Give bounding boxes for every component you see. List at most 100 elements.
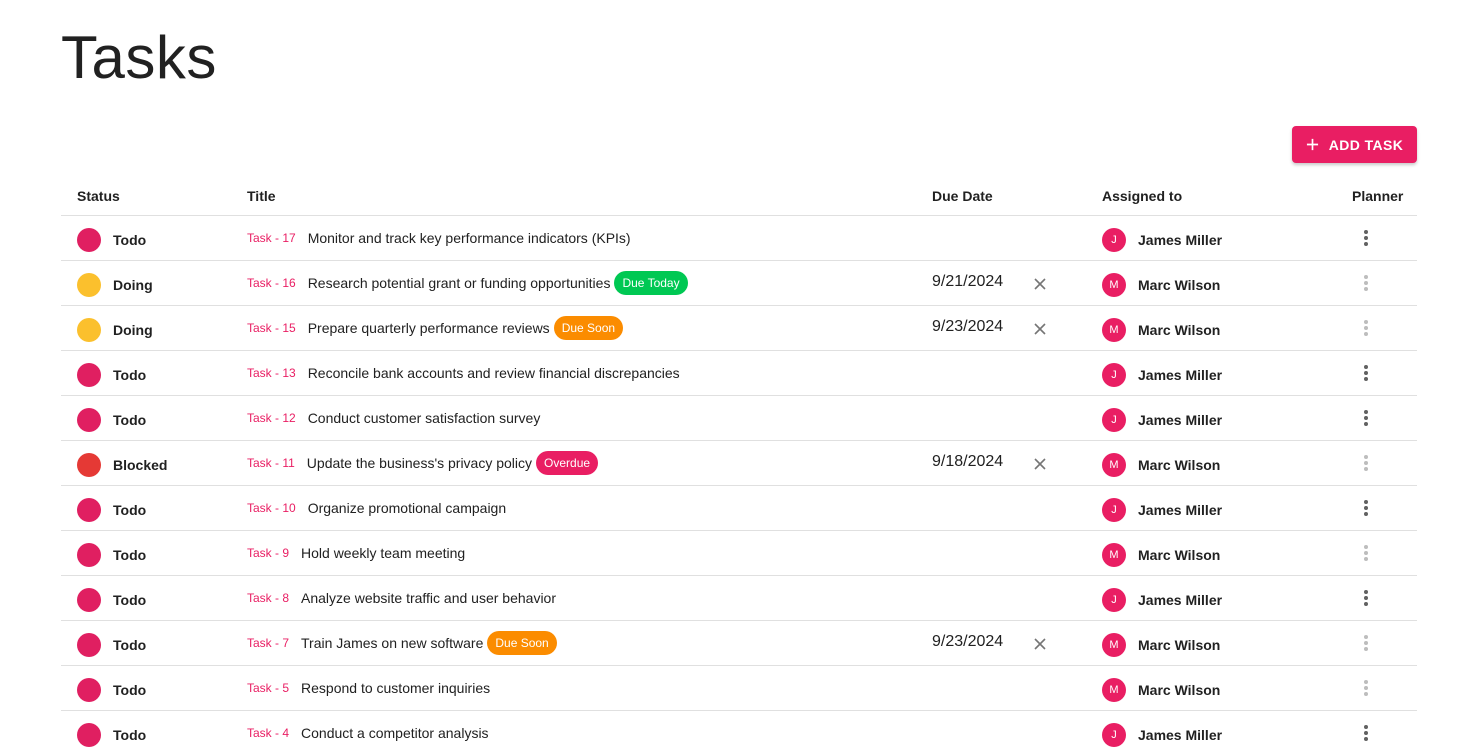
status-indicator[interactable] — [77, 363, 101, 387]
assignee-name[interactable]: James Miller — [1138, 502, 1222, 518]
more-vert-icon[interactable] — [1354, 631, 1378, 655]
task-id[interactable]: Task - 17 — [247, 231, 296, 245]
header-assigned-to[interactable]: Assigned to — [1102, 188, 1182, 204]
task-id[interactable]: Task - 11 — [247, 456, 295, 470]
status-indicator[interactable] — [77, 678, 101, 702]
more-vert-icon[interactable] — [1354, 586, 1378, 610]
close-icon[interactable] — [1032, 456, 1048, 472]
task-title[interactable]: Respond to customer inquiries — [301, 680, 490, 696]
header-due-date[interactable]: Due Date — [932, 188, 993, 204]
table-row[interactable]: Todo Task - 7 Train James on new software D… — [61, 621, 1417, 666]
task-id[interactable]: Task - 10 — [247, 501, 296, 515]
status-indicator[interactable] — [77, 228, 101, 252]
table-row[interactable]: Todo Task - 8 Analyze website traffic and … — [61, 576, 1417, 621]
table-row[interactable]: Todo Task - 5 Respond to customer inquirie… — [61, 666, 1417, 711]
task-title[interactable]: Prepare quarterly performance reviews — [308, 320, 550, 336]
assignee-name[interactable]: Marc Wilson — [1138, 682, 1220, 698]
avatar: J — [1102, 408, 1126, 432]
assignee-name[interactable]: James Miller — [1138, 232, 1222, 248]
task-id[interactable]: Task - 8 — [247, 591, 289, 605]
table-row[interactable]: Todo Task - 17 Monitor and track key perfo… — [61, 216, 1417, 261]
task-title[interactable]: Monitor and track key performance indica… — [308, 230, 631, 246]
due-date[interactable]: 9/23/2024 — [932, 633, 1003, 651]
status-indicator[interactable] — [77, 633, 101, 657]
avatar: M — [1102, 318, 1126, 342]
assignee-name[interactable]: Marc Wilson — [1138, 637, 1220, 653]
task-id[interactable]: Task - 16 — [247, 276, 296, 290]
task-id[interactable]: Task - 5 — [247, 681, 289, 695]
status-indicator[interactable] — [77, 543, 101, 567]
task-title[interactable]: Research potential grant or funding oppo… — [308, 275, 611, 291]
header-title[interactable]: Title — [247, 188, 276, 204]
status-indicator[interactable] — [77, 498, 101, 522]
title-cell: Task - 15 Prepare quarterly performance r… — [247, 316, 624, 340]
status-label: Blocked — [113, 457, 168, 473]
more-vert-icon[interactable] — [1354, 541, 1378, 565]
header-planner[interactable]: Planner — [1352, 188, 1403, 204]
status-label: Todo — [113, 412, 147, 428]
more-vert-icon[interactable] — [1354, 226, 1378, 250]
table-row[interactable]: Todo Task - 4 Conduct a competitor analysi… — [61, 711, 1417, 751]
more-vert-icon[interactable] — [1354, 451, 1378, 475]
task-title[interactable]: Organize promotional campaign — [308, 500, 506, 516]
status-label: Todo — [113, 727, 147, 743]
close-icon[interactable] — [1032, 276, 1048, 292]
avatar: J — [1102, 498, 1126, 522]
status-indicator[interactable] — [77, 273, 101, 297]
assignee-name[interactable]: Marc Wilson — [1138, 277, 1220, 293]
avatar: J — [1102, 588, 1126, 612]
status-indicator[interactable] — [77, 408, 101, 432]
assignee-name[interactable]: James Miller — [1138, 412, 1222, 428]
assignee-name[interactable]: James Miller — [1138, 727, 1222, 743]
status-indicator[interactable] — [77, 453, 101, 477]
table-row[interactable]: Blocked Task - 11 Update the business's pr… — [61, 441, 1417, 486]
header-status[interactable]: Status — [77, 188, 120, 204]
assignee-name[interactable]: James Miller — [1138, 367, 1222, 383]
due-date[interactable]: 9/18/2024 — [932, 453, 1003, 471]
task-id[interactable]: Task - 13 — [247, 366, 296, 380]
title-cell: Task - 7 Train James on new software Due S… — [247, 631, 557, 655]
table-row[interactable]: Todo Task - 9 Hold weekly team meeting M Mar… — [61, 531, 1417, 576]
task-id[interactable]: Task - 15 — [247, 321, 296, 335]
task-title[interactable]: Conduct a competitor analysis — [301, 725, 489, 741]
table-row[interactable]: Todo Task - 13 Reconcile bank accounts and… — [61, 351, 1417, 396]
more-vert-icon[interactable] — [1354, 271, 1378, 295]
table-row[interactable]: Todo Task - 10 Organize promotional campai… — [61, 486, 1417, 531]
table-header: Status Title Due Date Assigned to Planne… — [61, 176, 1417, 216]
table-row[interactable]: Doing Task - 16 Research potential grant o… — [61, 261, 1417, 306]
task-id[interactable]: Task - 12 — [247, 411, 296, 425]
close-icon[interactable] — [1032, 636, 1048, 652]
task-id[interactable]: Task - 9 — [247, 546, 289, 560]
table-row[interactable]: Todo Task - 12 Conduct customer satisfacti… — [61, 396, 1417, 441]
task-title[interactable]: Conduct customer satisfaction survey — [308, 410, 541, 426]
task-title[interactable]: Analyze website traffic and user behavio… — [301, 590, 556, 606]
assignee-name[interactable]: Marc Wilson — [1138, 322, 1220, 338]
assignee-name[interactable]: Marc Wilson — [1138, 547, 1220, 563]
more-vert-icon[interactable] — [1354, 316, 1378, 340]
more-vert-icon[interactable] — [1354, 406, 1378, 430]
task-title[interactable]: Update the business's privacy policy — [307, 455, 532, 471]
more-vert-icon[interactable] — [1354, 676, 1378, 700]
task-title[interactable]: Hold weekly team meeting — [301, 545, 465, 561]
avatar: M — [1102, 543, 1126, 567]
title-cell: Task - 10 Organize promotional campaign — [247, 497, 506, 519]
add-task-button[interactable]: ADD TASK — [1292, 126, 1417, 163]
due-date[interactable]: 9/23/2024 — [932, 318, 1003, 336]
more-vert-icon[interactable] — [1354, 721, 1378, 745]
status-indicator[interactable] — [77, 723, 101, 747]
status-indicator[interactable] — [77, 588, 101, 612]
close-icon[interactable] — [1032, 321, 1048, 337]
task-id[interactable]: Task - 4 — [247, 726, 289, 740]
task-title[interactable]: Reconcile bank accounts and review finan… — [308, 365, 680, 381]
assignee-name[interactable]: Marc Wilson — [1138, 457, 1220, 473]
avatar: M — [1102, 453, 1126, 477]
status-label: Todo — [113, 637, 147, 653]
task-title[interactable]: Train James on new software — [301, 635, 483, 651]
status-indicator[interactable] — [77, 318, 101, 342]
table-row[interactable]: Doing Task - 15 Prepare quarterly performa… — [61, 306, 1417, 351]
assignee-name[interactable]: James Miller — [1138, 592, 1222, 608]
due-date[interactable]: 9/21/2024 — [932, 273, 1003, 291]
more-vert-icon[interactable] — [1354, 496, 1378, 520]
more-vert-icon[interactable] — [1354, 361, 1378, 385]
task-id[interactable]: Task - 7 — [247, 636, 289, 650]
